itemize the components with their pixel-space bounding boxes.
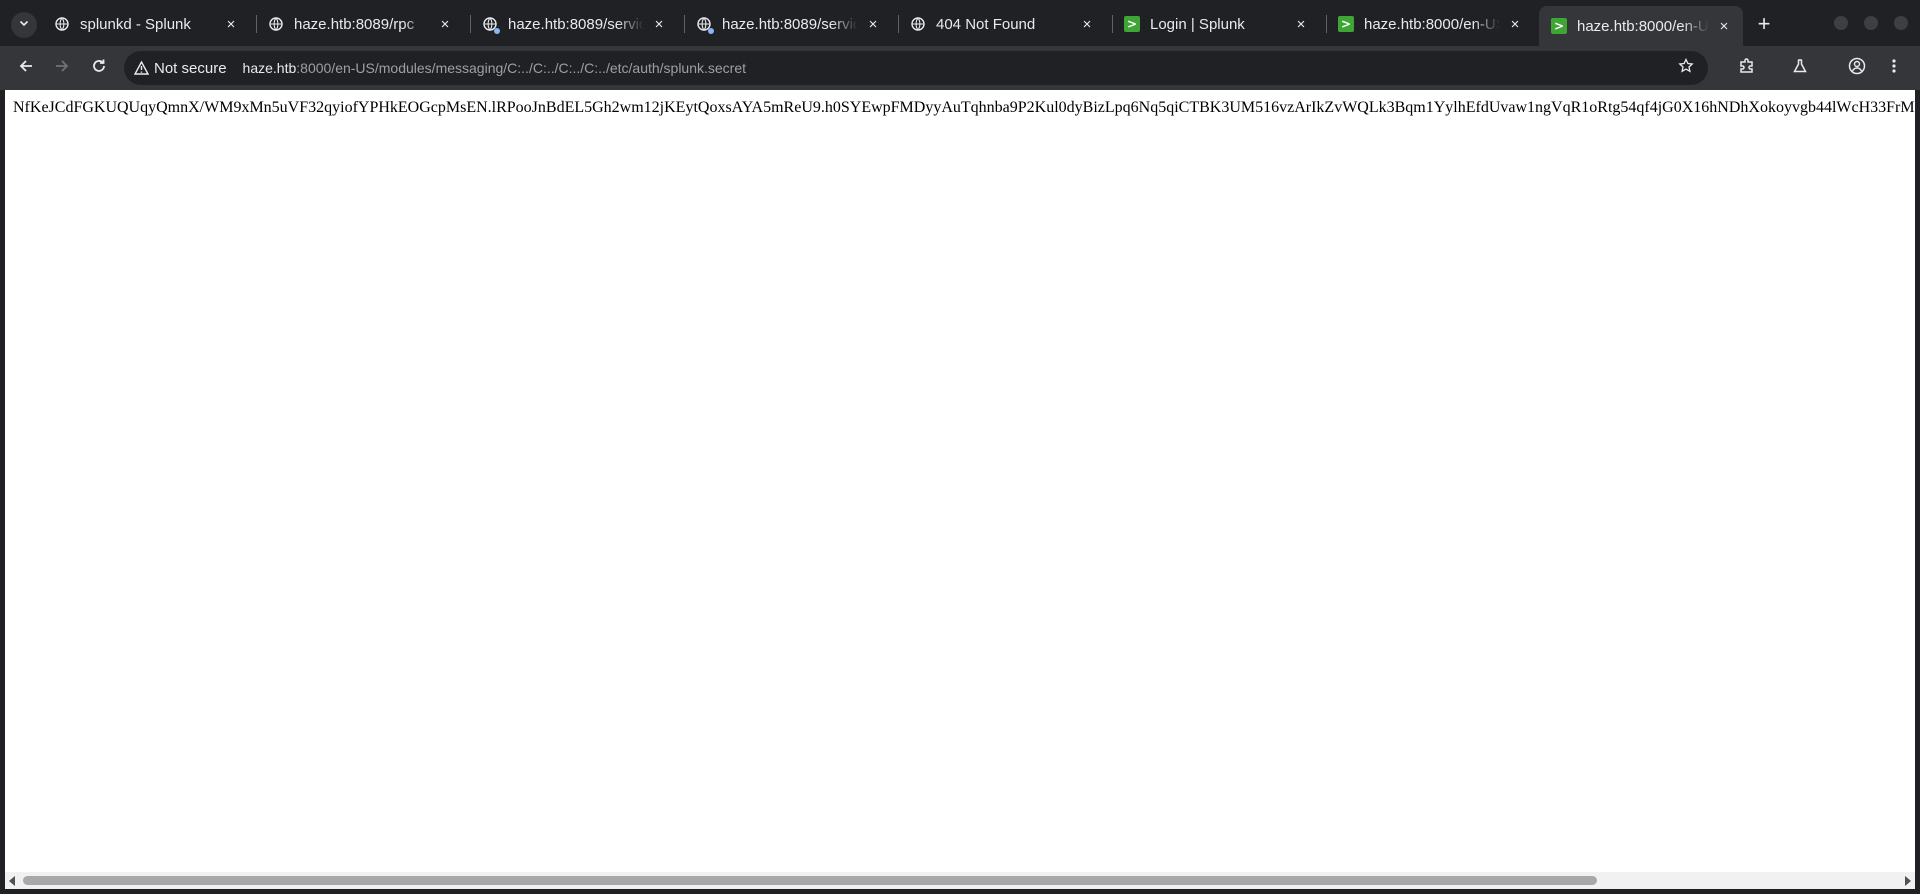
tab-close-button[interactable]: × xyxy=(1292,15,1310,33)
splunk-icon: > xyxy=(1338,16,1354,32)
close-window-button[interactable] xyxy=(1894,16,1908,30)
globe-icon xyxy=(268,16,284,32)
tab-close-button[interactable]: × xyxy=(1715,17,1733,35)
tab-close-button[interactable]: × xyxy=(1506,15,1524,33)
url-host: haze.htb xyxy=(242,60,297,76)
account-circle-icon xyxy=(1848,57,1866,80)
scroll-left-arrow[interactable] xyxy=(9,876,15,886)
tab-close-button[interactable]: × xyxy=(222,15,240,33)
minimize-button[interactable] xyxy=(1834,16,1848,30)
reload-button[interactable] xyxy=(87,56,111,80)
maximize-button[interactable] xyxy=(1864,16,1878,30)
audio-indicator-icon xyxy=(494,28,500,34)
tab-title: haze.htb:8089/servic xyxy=(722,15,858,33)
kebab-menu-icon xyxy=(1891,58,1897,79)
tab-splunk-login[interactable]: > Login | Splunk × xyxy=(1112,6,1320,42)
splunk-secret-text: NfKeJCdFGKUQUqyQmnX/WM9xMn5uVF32qyiofYPH… xyxy=(13,99,1915,116)
tab-services-1[interactable]: haze.htb:8089/servic × xyxy=(470,6,678,42)
tab-close-button[interactable]: × xyxy=(436,15,454,33)
tab-close-button[interactable]: × xyxy=(864,15,882,33)
tab-title: haze.htb:8000/en-US xyxy=(1364,15,1500,33)
tab-title: haze.htb:8000/en-US xyxy=(1577,17,1709,35)
arrow-right-icon xyxy=(54,58,70,79)
tab-title: splunkd - Splunk xyxy=(80,15,191,33)
reload-icon xyxy=(91,58,107,79)
splunk-icon: > xyxy=(1551,18,1567,34)
horizontal-scrollbar[interactable] xyxy=(5,872,1915,889)
url-text[interactable]: haze.htb:8000/en-US/modules/messaging/C:… xyxy=(243,60,746,76)
labs-button[interactable] xyxy=(1788,56,1812,80)
tab-close-button[interactable]: × xyxy=(1078,15,1096,33)
globe-icon xyxy=(482,16,500,34)
arrow-left-icon xyxy=(18,58,34,79)
window-frame-right xyxy=(1915,90,1920,894)
address-bar[interactable]: Not secure haze.htb:8000/en-US/modules/m… xyxy=(124,51,1708,85)
profile-button[interactable] xyxy=(1845,56,1869,80)
flask-icon xyxy=(1792,58,1808,79)
star-icon xyxy=(1678,57,1694,79)
window-frame-bottom xyxy=(0,889,1920,894)
tab-search-button[interactable] xyxy=(11,12,37,38)
tab-services-2[interactable]: haze.htb:8089/servic × xyxy=(684,6,892,42)
menu-button[interactable] xyxy=(1882,56,1906,80)
tab-title: haze.htb:8089/rpc xyxy=(294,15,415,33)
globe-icon xyxy=(910,16,926,32)
chevron-down-icon xyxy=(18,16,30,34)
not-secure-label: Not secure xyxy=(154,59,227,77)
audio-indicator-icon xyxy=(708,28,714,34)
back-button[interactable] xyxy=(14,56,38,80)
puzzle-icon xyxy=(1738,57,1756,80)
forward-button[interactable] xyxy=(50,56,74,80)
tab-title: 404 Not Found xyxy=(936,15,1036,33)
page-viewport: NfKeJCdFGKUQUqyQmnX/WM9xMn5uVF32qyiofYPH… xyxy=(5,90,1915,889)
tab-title: Login | Splunk xyxy=(1150,15,1245,33)
site-security-chip[interactable]: Not secure xyxy=(134,60,227,77)
splunk-icon: > xyxy=(1124,16,1140,32)
url-path: :8000/en-US/modules/messaging/C:../C:../… xyxy=(296,60,747,76)
new-tab-button[interactable]: + xyxy=(1752,11,1776,36)
globe-icon xyxy=(54,16,70,32)
tab-haze-8000-active[interactable]: > haze.htb:8000/en-US × xyxy=(1539,6,1743,46)
warning-icon xyxy=(134,61,149,75)
browser-toolbar: Not secure haze.htb:8000/en-US/modules/m… xyxy=(0,46,1920,90)
tab-title: haze.htb:8089/servic xyxy=(508,15,644,33)
tab-rpc[interactable]: haze.htb:8089/rpc × xyxy=(256,6,464,42)
scroll-right-arrow[interactable] xyxy=(1905,876,1911,886)
browser-window: splunkd - Splunk × haze.htb:8089/rpc × h… xyxy=(0,0,1920,894)
scrollbar-thumb[interactable] xyxy=(23,876,1597,885)
bookmark-button[interactable] xyxy=(1674,56,1698,80)
window-frame-left xyxy=(0,90,5,894)
tab-404[interactable]: 404 Not Found × xyxy=(898,6,1106,42)
extensions-button[interactable] xyxy=(1735,56,1759,80)
tab-splunkd[interactable]: splunkd - Splunk × xyxy=(42,6,250,42)
tab-haze-8000-1[interactable]: > haze.htb:8000/en-US × xyxy=(1326,6,1534,42)
globe-icon xyxy=(696,16,714,34)
tab-close-button[interactable]: × xyxy=(650,15,668,33)
tab-strip: splunkd - Splunk × haze.htb:8089/rpc × h… xyxy=(0,0,1920,46)
